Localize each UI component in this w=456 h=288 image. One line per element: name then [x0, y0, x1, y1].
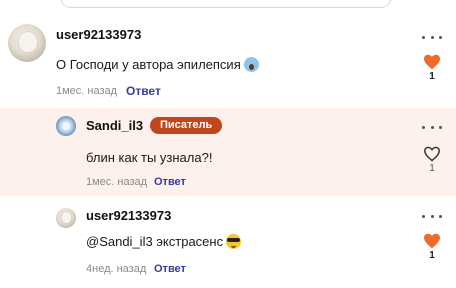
comment-timestamp: 1мес. назад — [86, 176, 148, 188]
heart-filled-icon — [424, 233, 440, 249]
like-count: 1 — [429, 163, 435, 174]
like-count: 1 — [429, 71, 435, 82]
comment-username[interactable]: Sandi_il3 — [86, 118, 143, 133]
heart-filled-icon — [424, 54, 440, 70]
author-badge: Писатель — [150, 117, 223, 134]
comment-item: Sandi_il3 Писатель блин как ты узнала?! … — [0, 108, 456, 196]
avatar[interactable] — [56, 208, 76, 228]
like-button[interactable]: 1 — [422, 233, 442, 261]
like-button[interactable]: 1 — [422, 146, 442, 174]
comment-username[interactable]: user92133973 — [86, 208, 171, 223]
reply-button[interactable]: Ответ — [126, 84, 161, 98]
like-button[interactable]: 1 — [422, 54, 442, 82]
scream-emoji-icon — [243, 57, 259, 72]
comment-text: блин как ты узнала?! — [86, 150, 213, 165]
comment-text: @Sandi_il3 экстрасенс — [86, 234, 242, 249]
comment-item: user92133973 @Sandi_il3 экстрасенс 4нед.… — [0, 200, 456, 288]
comment-username[interactable]: user92133973 — [56, 27, 141, 42]
avatar[interactable] — [56, 116, 76, 136]
comment-timestamp: 4нед. назад — [86, 263, 147, 275]
reply-button[interactable]: Ответ — [154, 263, 186, 275]
avatar[interactable] — [8, 24, 46, 62]
input-field-edge — [60, 0, 392, 8]
more-options-icon[interactable] — [422, 123, 442, 131]
like-count: 1 — [429, 250, 435, 261]
comment-text: О Господи у автора эпилепсия — [56, 57, 259, 72]
comment-item: user92133973 О Господи у автора эпилепси… — [0, 8, 456, 104]
comment-timestamp: 1мес. назад — [56, 85, 118, 97]
sunglasses-emoji-icon — [226, 234, 242, 249]
heart-outline-icon — [423, 146, 441, 162]
reply-button[interactable]: Ответ — [154, 176, 186, 188]
more-options-icon[interactable] — [422, 33, 442, 41]
more-options-icon[interactable] — [422, 212, 442, 220]
